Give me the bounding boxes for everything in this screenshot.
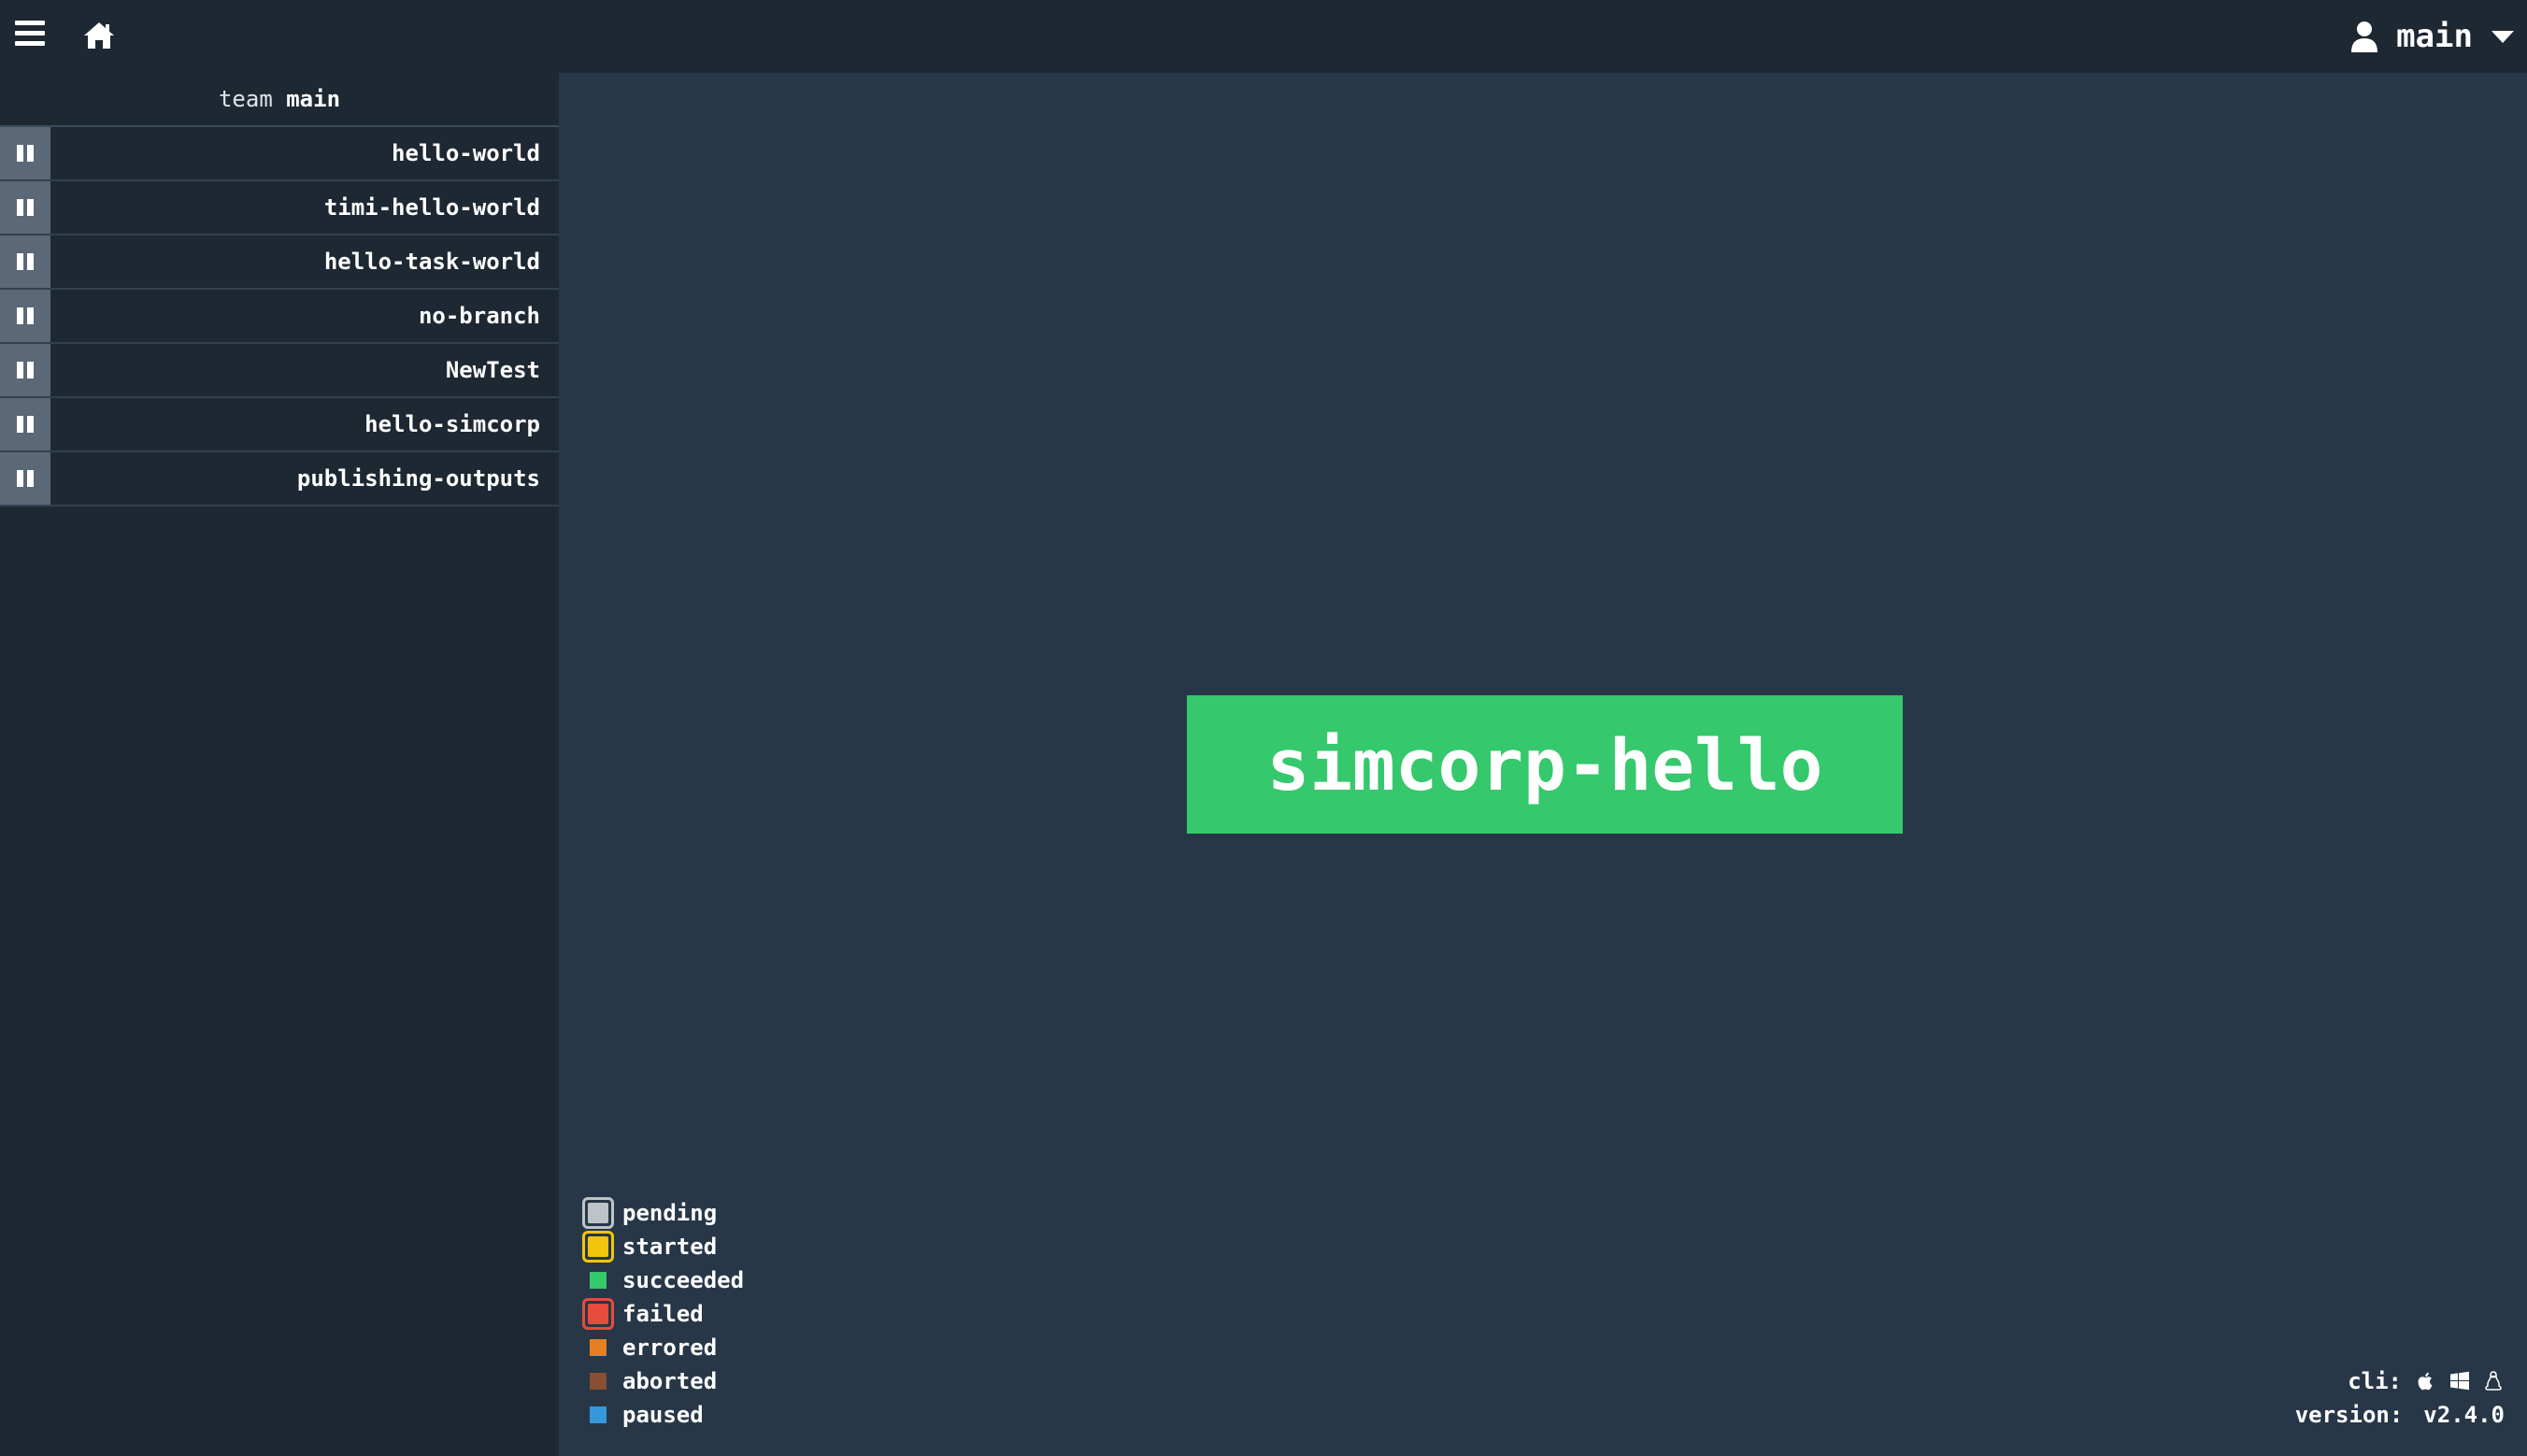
sidebar-pipeline-item[interactable]: hello-simcorp: [0, 398, 559, 452]
pause-pipeline-button[interactable]: [0, 398, 50, 450]
apple-icon[interactable]: [2415, 1370, 2437, 1392]
sidebar-pipeline-item[interactable]: hello-world: [0, 127, 559, 181]
sidebar-pipeline-item[interactable]: NewTest: [0, 344, 559, 398]
version-row: version: v2.4.0: [2295, 1398, 2505, 1432]
home-icon[interactable]: [80, 17, 118, 54]
sidebar-pipeline-item[interactable]: publishing-outputs: [0, 452, 559, 507]
user-name: main: [2396, 18, 2473, 55]
main-canvas: simcorp-hello: [559, 73, 2527, 1456]
sidebar-pipeline-item[interactable]: hello-task-world: [0, 236, 559, 290]
sidebar: team main hello-world timi-hello-world hel…: [0, 73, 559, 1456]
legend-label: aborted: [622, 1368, 718, 1394]
pipeline-job-box[interactable]: simcorp-hello: [1187, 695, 1903, 834]
legend-swatch: [579, 1398, 617, 1432]
pause-pipeline-button[interactable]: [0, 452, 50, 505]
user-icon: [2351, 21, 2378, 52]
footer-info: cli: version: v2.4.0: [2295, 1364, 2505, 1432]
pause-pipeline-button[interactable]: [0, 290, 50, 342]
legend-swatch: [579, 1297, 617, 1331]
pipeline-name-link[interactable]: hello-task-world: [50, 236, 559, 288]
sidebar-pipeline-item[interactable]: no-branch: [0, 290, 559, 344]
pause-pipeline-button[interactable]: [0, 181, 50, 234]
legend-swatch: [579, 1364, 617, 1398]
pause-pipeline-button[interactable]: [0, 127, 50, 179]
pause-icon: [17, 145, 34, 162]
legend-label: failed: [622, 1301, 704, 1327]
version-value: v2.4.0: [2423, 1402, 2505, 1428]
legend-item: pending: [579, 1196, 744, 1230]
pipeline-name-link[interactable]: hello-simcorp: [50, 398, 559, 450]
sidebar-pipeline-item[interactable]: timi-hello-world: [0, 181, 559, 236]
legend-item: started: [579, 1230, 744, 1263]
pipeline-name-link[interactable]: NewTest: [50, 344, 559, 396]
user-menu[interactable]: main: [2349, 17, 2514, 56]
pause-icon: [17, 416, 34, 433]
pause-icon: [17, 362, 34, 378]
status-legend: pending started succeeded failed errored abor…: [579, 1196, 744, 1432]
windows-icon[interactable]: [2448, 1370, 2471, 1392]
legend-label: started: [622, 1234, 718, 1260]
pipeline-name-link[interactable]: hello-world: [50, 127, 559, 179]
pause-icon: [17, 470, 34, 487]
linux-icon[interactable]: [2482, 1370, 2505, 1392]
team-title: team main: [0, 73, 559, 127]
version-label: version:: [2294, 1402, 2404, 1428]
legend-item: errored: [579, 1331, 744, 1364]
pause-pipeline-button[interactable]: [0, 236, 50, 288]
legend-label: succeeded: [622, 1267, 745, 1293]
pipeline-name-link[interactable]: no-branch: [50, 290, 559, 342]
pause-icon: [17, 199, 34, 216]
team-prefix: team: [218, 86, 273, 112]
pause-icon: [17, 307, 34, 324]
legend-item: failed: [579, 1297, 744, 1331]
team-name: main: [286, 86, 341, 112]
legend-item: succeeded: [579, 1263, 744, 1297]
legend-swatch: [579, 1331, 617, 1364]
legend-item: aborted: [579, 1364, 744, 1398]
chevron-down-icon: [2491, 30, 2514, 43]
hamburger-menu-icon[interactable]: [15, 21, 47, 52]
legend-label: errored: [622, 1335, 718, 1361]
legend-swatch: [579, 1196, 617, 1230]
cli-row: cli:: [2295, 1364, 2505, 1398]
legend-label: paused: [622, 1402, 704, 1428]
pipeline-list: hello-world timi-hello-world hello-task-wo…: [0, 127, 559, 507]
top-bar: main: [0, 0, 2527, 73]
pause-pipeline-button[interactable]: [0, 344, 50, 396]
pipeline-name-link[interactable]: timi-hello-world: [50, 181, 559, 234]
legend-item: paused: [579, 1398, 744, 1432]
legend-swatch: [579, 1263, 617, 1297]
legend-label: pending: [622, 1200, 718, 1226]
pause-icon: [17, 253, 34, 270]
cli-label: cli:: [2348, 1368, 2402, 1394]
pipeline-name-link[interactable]: publishing-outputs: [50, 452, 559, 505]
legend-swatch: [579, 1230, 617, 1263]
